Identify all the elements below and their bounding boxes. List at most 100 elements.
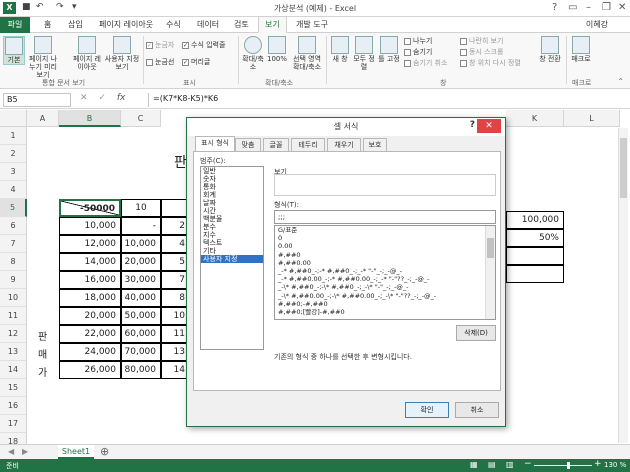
tab-developer[interactable]: 개발 도구 bbox=[296, 19, 328, 30]
reset-window-position-button[interactable]: 창 위치 다시 정렬 bbox=[460, 58, 521, 68]
user-name[interactable]: 이혜강 bbox=[586, 19, 608, 30]
cell-b9[interactable]: 16,000 bbox=[59, 271, 121, 289]
arrange-all-button[interactable]: 모두 정렬 bbox=[353, 36, 375, 71]
macros-button[interactable]: 매크로 bbox=[569, 36, 593, 63]
cell-c11[interactable]: 50,000 bbox=[121, 307, 161, 325]
format-item[interactable]: #,##0.00 bbox=[275, 259, 495, 267]
row-header-16[interactable]: 16 bbox=[0, 397, 27, 415]
cell-b12[interactable]: 22,000 bbox=[59, 325, 121, 343]
cell-d5[interactable] bbox=[161, 199, 187, 217]
tab-formulas[interactable]: 수식 bbox=[166, 19, 181, 30]
tab-home[interactable]: 홈 bbox=[44, 19, 51, 30]
select-all-corner[interactable] bbox=[0, 110, 27, 127]
row-header-17[interactable]: 17 bbox=[0, 415, 27, 433]
category-item[interactable]: 분수 bbox=[201, 223, 263, 231]
tab-protection[interactable]: 보호 bbox=[363, 138, 387, 152]
category-item[interactable]: 텍스트 bbox=[201, 239, 263, 247]
synchronous-scrolling-button[interactable]: 동시 스크롤 bbox=[460, 47, 503, 57]
column-header-k[interactable]: K bbox=[506, 110, 564, 127]
cell-d7[interactable]: 4 bbox=[161, 235, 187, 253]
format-item[interactable]: G/표준 bbox=[275, 226, 495, 234]
delete-format-button[interactable]: 삭제(D) bbox=[456, 325, 496, 341]
zoom-slider-thumb[interactable] bbox=[567, 462, 570, 469]
name-box[interactable]: B5 bbox=[3, 93, 71, 107]
help-icon[interactable]: ? bbox=[552, 2, 557, 13]
cell-c6[interactable]: - bbox=[121, 217, 161, 235]
row-header-14[interactable]: 14 bbox=[0, 361, 27, 379]
cell-c5[interactable]: 10 bbox=[121, 199, 161, 217]
tab-page-layout[interactable]: 페이지 레이아웃 bbox=[99, 19, 153, 30]
cell-d8[interactable]: 5 bbox=[161, 253, 187, 271]
window-close-icon[interactable]: ✕ bbox=[618, 2, 626, 13]
cell-k8[interactable] bbox=[506, 265, 564, 283]
cell-b11[interactable]: 20,000 bbox=[59, 307, 121, 325]
format-list-scrollbar[interactable] bbox=[485, 226, 495, 319]
sheet-tab-sheet1[interactable]: Sheet1 bbox=[58, 445, 94, 459]
cell-c10[interactable]: 40,000 bbox=[121, 289, 161, 307]
cell-b7[interactable]: 12,000 bbox=[59, 235, 121, 253]
cell-c14[interactable]: 80,000 bbox=[121, 361, 161, 379]
collapse-ribbon-icon[interactable]: ⌃ bbox=[617, 77, 624, 86]
tab-alignment[interactable]: 맞춤 bbox=[235, 138, 261, 152]
tab-file[interactable]: 파일 bbox=[0, 17, 30, 33]
category-item[interactable]: 회계 bbox=[201, 191, 263, 199]
cell-c8[interactable]: 20,000 bbox=[121, 253, 161, 271]
cell-d14[interactable]: 14 bbox=[161, 361, 187, 379]
cell-c12[interactable]: 60,000 bbox=[121, 325, 161, 343]
zoom-slider[interactable] bbox=[534, 462, 592, 469]
page-layout-view-button[interactable]: 페이지 레이아웃 bbox=[72, 36, 102, 71]
normal-view-button[interactable]: 기본 bbox=[3, 36, 25, 65]
category-item[interactable]: 날짜 bbox=[201, 199, 263, 207]
column-header-b[interactable]: B bbox=[59, 110, 121, 127]
hide-button[interactable]: 숨기기 bbox=[404, 47, 432, 57]
cell-b5[interactable]: -50000 bbox=[59, 199, 121, 217]
cell-k7[interactable] bbox=[506, 247, 564, 265]
tab-border[interactable]: 테두리 bbox=[291, 138, 325, 152]
format-item[interactable]: 0.00 bbox=[275, 242, 495, 250]
new-window-button[interactable]: 새 창 bbox=[329, 36, 351, 63]
cell-b10[interactable]: 18,000 bbox=[59, 289, 121, 307]
tab-fill[interactable]: 채우기 bbox=[327, 138, 361, 152]
cell-c9[interactable]: 30,000 bbox=[121, 271, 161, 289]
row-header-13[interactable]: 13 bbox=[0, 343, 27, 361]
cell-b6[interactable]: 10,000 bbox=[59, 217, 121, 235]
category-item[interactable]: 통화 bbox=[201, 183, 263, 191]
dialog-close-icon[interactable]: ✕ bbox=[477, 119, 501, 133]
cell-k5[interactable]: 100,000 bbox=[506, 211, 564, 229]
category-item[interactable]: 기타 bbox=[201, 247, 263, 255]
gridlines-checkbox[interactable]: 눈금선 bbox=[146, 57, 174, 67]
restore-icon[interactable]: ❐ bbox=[602, 2, 611, 13]
cell-b14[interactable]: 26,000 bbox=[59, 361, 121, 379]
format-item[interactable]: _-\* #,##0.00_-;-\* #,##0.00_-;_-\* "-"?… bbox=[275, 292, 495, 300]
format-list-scroll-thumb[interactable] bbox=[487, 238, 494, 258]
cancel-button[interactable]: 취소 bbox=[455, 402, 499, 418]
cancel-entry-icon[interactable]: ✕ bbox=[80, 93, 88, 103]
row-header-12[interactable]: 12 bbox=[0, 325, 27, 343]
tab-insert[interactable]: 삽입 bbox=[68, 19, 83, 30]
view-side-by-side-button[interactable]: 나란히 보기 bbox=[460, 36, 503, 46]
row-header-3[interactable]: 3 bbox=[0, 163, 27, 181]
tab-number[interactable]: 표시 형식 bbox=[195, 136, 235, 152]
split-button[interactable]: 나누기 bbox=[404, 36, 432, 46]
format-item[interactable]: _-* #,##0.00_-;-* #,##0.00_-;_-* "-"??_-… bbox=[275, 275, 495, 283]
cell-d11[interactable]: 10 bbox=[161, 307, 187, 325]
formula-input[interactable]: =(K7*K8-K5)*K6 bbox=[148, 93, 626, 107]
tab-review[interactable]: 검토 bbox=[234, 19, 249, 30]
freeze-panes-button[interactable]: 틀 고정 bbox=[377, 36, 401, 63]
switch-windows-button[interactable]: 창 전환 bbox=[535, 36, 565, 63]
zoom-100-button[interactable]: 100% bbox=[266, 36, 288, 63]
minimize-icon[interactable]: – bbox=[586, 2, 591, 13]
page-break-preview-button[interactable]: 페이지 나누기 미리 보기 bbox=[28, 36, 58, 79]
format-list[interactable]: G/표준 0 0.00 #,##0 #,##0.00 _-* #,##0_-;-* #,#… bbox=[274, 225, 496, 320]
format-item[interactable]: _-\* #,##0_-;-\* #,##0_-;_-\* "-"_-;_-@_… bbox=[275, 283, 495, 291]
cell-b8[interactable]: 14,000 bbox=[59, 253, 121, 271]
category-item[interactable]: 백분율 bbox=[201, 215, 263, 223]
category-item[interactable]: 숫자 bbox=[201, 175, 263, 183]
row-header-8[interactable]: 8 bbox=[0, 253, 27, 271]
row-header-10[interactable]: 10 bbox=[0, 289, 27, 307]
formula-bar-checkbox[interactable]: ✓ 수식 입력줄 bbox=[182, 40, 225, 50]
category-item[interactable]: 시간 bbox=[201, 207, 263, 215]
category-item[interactable]: 사용자 지정 bbox=[201, 255, 263, 263]
cell-k6[interactable]: 50% bbox=[506, 229, 564, 247]
confirm-entry-icon[interactable]: ✓ bbox=[98, 93, 106, 103]
